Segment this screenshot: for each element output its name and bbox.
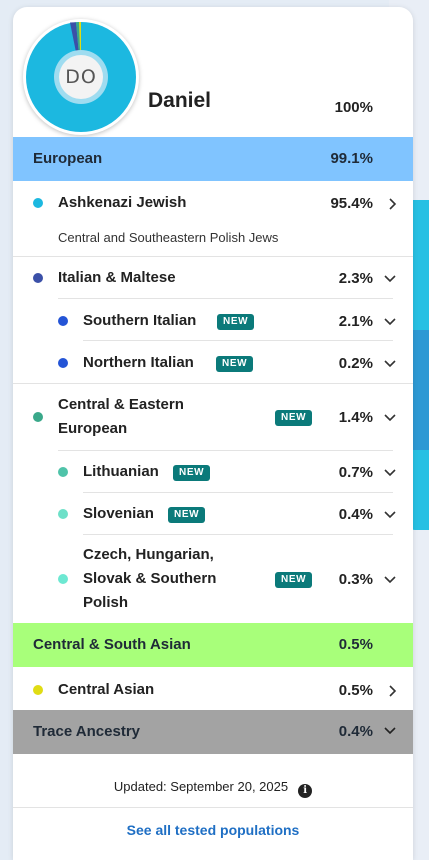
color-dot: [58, 509, 68, 519]
population-label: Central Asian: [58, 681, 155, 698]
population-label-line3: Polish: [83, 594, 129, 611]
color-dot: [58, 467, 68, 477]
new-badge: NEW: [216, 356, 254, 372]
population-label: Italian & Maltese: [58, 269, 176, 286]
population-percentage: 0.7%: [338, 464, 373, 481]
population-italian-maltese[interactable]: Italian & Maltese 2.3%: [13, 257, 413, 299]
color-dot: [33, 685, 43, 695]
population-subregion: Central and Southeastern Polish Jews: [58, 230, 279, 245]
region-percentage: 99.1%: [330, 150, 373, 167]
see-all-populations-link[interactable]: See all tested populations: [13, 822, 413, 838]
ancestry-avatar[interactable]: DO: [23, 19, 139, 135]
population-central-asian[interactable]: Central Asian 0.5%: [13, 667, 413, 710]
chevron-down-icon[interactable]: [383, 412, 397, 422]
population-percentage: 0.5%: [338, 682, 373, 699]
chevron-down-icon[interactable]: [383, 316, 397, 326]
profile-name: Daniel: [148, 89, 212, 112]
region-central-south-asian[interactable]: Central & South Asian 0.5%: [13, 623, 413, 667]
population-central-eastern-european[interactable]: Central & Eastern European NEW 1.4%: [13, 384, 413, 450]
population-percentage: 1.4%: [338, 409, 373, 426]
population-northern-italian[interactable]: Northern Italian NEW 0.2%: [13, 341, 413, 383]
color-dot: [58, 358, 68, 368]
info-icon[interactable]: i: [298, 784, 313, 798]
total-percentage: 100%: [334, 99, 373, 116]
population-label: Ashkenazi Jewish: [58, 194, 187, 211]
population-label: Northern Italian: [83, 354, 194, 371]
color-dot: [33, 412, 43, 422]
population-label: Slovenian: [83, 505, 154, 522]
color-dot: [33, 273, 43, 283]
new-badge: NEW: [173, 465, 211, 481]
region-trace-ancestry[interactable]: Trace Ancestry 0.4%: [13, 710, 413, 754]
population-percentage: 0.4%: [338, 506, 373, 523]
avatar-initials: DO: [59, 55, 103, 99]
chevron-down-icon[interactable]: [383, 358, 397, 368]
chevron-down-icon[interactable]: [383, 467, 397, 477]
new-badge: NEW: [275, 572, 313, 588]
new-badge: NEW: [275, 410, 313, 426]
updated-text: Updated: September 20, 2025: [113, 779, 289, 794]
population-label: Southern Italian: [83, 312, 197, 329]
divider: [13, 807, 413, 808]
profile-header: DO Daniel 100%: [13, 7, 413, 137]
population-percentage: 2.1%: [338, 313, 373, 330]
new-badge: NEW: [217, 314, 255, 330]
population-percentage: 95.4%: [330, 195, 373, 212]
population-percentage: 0.2%: [338, 355, 373, 372]
region-percentage: 0.4%: [338, 723, 373, 740]
chevron-down-icon[interactable]: [383, 574, 397, 584]
updated-date: Updated: September 20, 2025 i: [13, 779, 413, 798]
population-label-line2: Slovak & Southern: [83, 570, 217, 587]
chevron-down-icon[interactable]: [383, 509, 397, 519]
population-label: Lithuanian: [83, 463, 159, 480]
color-dot: [58, 574, 68, 584]
population-percentage: 2.3%: [338, 270, 373, 287]
population-ashkenazi-jewish[interactable]: Ashkenazi Jewish 95.4% Central and South…: [13, 181, 413, 257]
region-label: European: [33, 150, 103, 167]
chevron-down-icon[interactable]: [383, 725, 397, 735]
population-percentage: 0.3%: [338, 571, 373, 588]
population-lithuanian[interactable]: Lithuanian NEW 0.7%: [13, 451, 413, 493]
chevron-down-icon[interactable]: [383, 273, 397, 283]
color-dot: [58, 316, 68, 326]
ancestry-composition-card: DO Daniel 100% European 99.1% Ashkenazi …: [13, 7, 413, 860]
color-dot: [33, 198, 43, 208]
population-slovenian[interactable]: Slovenian NEW 0.4%: [13, 493, 413, 535]
new-badge: NEW: [168, 507, 206, 523]
region-label: Central & South Asian: [33, 636, 191, 653]
population-label-line1: Central & Eastern: [58, 396, 184, 413]
chevron-right-icon[interactable]: [387, 684, 397, 698]
population-label-line2: European: [58, 420, 128, 437]
population-czech-hungarian-slovak-southern-polish[interactable]: Czech, Hungarian, Slovak & Southern Poli…: [13, 535, 413, 623]
region-european[interactable]: European 99.1%: [13, 137, 413, 181]
region-percentage: 0.5%: [338, 636, 373, 653]
population-label-line1: Czech, Hungarian,: [83, 546, 214, 563]
population-southern-italian[interactable]: Southern Italian NEW 2.1%: [13, 299, 413, 341]
chevron-right-icon[interactable]: [387, 197, 397, 211]
region-label: Trace Ancestry: [33, 723, 141, 740]
